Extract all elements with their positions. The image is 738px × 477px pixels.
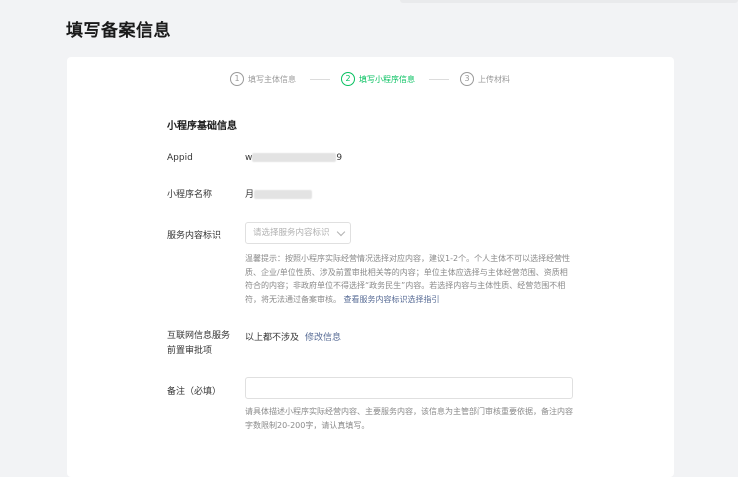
name-value-start: 月 [245,190,255,200]
page-title: 填写备案信息 [66,21,171,41]
service-label: 服务内容标识 [167,231,222,241]
step-1: 1 填写主体信息 [230,71,296,87]
remark-label: 备注（必填） [167,387,222,397]
service-guide-link[interactable]: 查看服务内容标识选择指引 [344,295,440,304]
step-divider [429,79,449,80]
step-1-label: 填写主体信息 [248,74,296,84]
step-2: 2 填写小程序信息 [341,71,415,87]
name-label: 小程序名称 [167,190,213,200]
service-select[interactable]: 请选择服务内容标识 [245,222,351,244]
service-select-placeholder: 请选择服务内容标识 [253,228,330,238]
redaction-mask [252,153,337,162]
appid-label: Appid [167,153,193,163]
top-bar-strip [400,0,738,3]
step-3-number: 3 [460,72,474,86]
name-value: 月 [245,187,313,200]
appid-value-end: 9 [336,153,343,163]
approval-value: 以上都不涉及 修改信息 [245,330,341,343]
service-tip: 温馨提示：按照小程序实际经营情况选择对应内容，建议1-2个。个人主体不可以选择经… [245,252,575,306]
approval-value-text: 以上都不涉及 [245,333,300,343]
step-2-label: 填写小程序信息 [359,74,415,84]
step-divider [310,79,330,80]
redaction-mask [254,190,313,199]
step-1-number: 1 [230,72,244,86]
modify-info-link[interactable]: 修改信息 [305,333,341,343]
step-2-number: 2 [341,72,355,86]
appid-value-start: w [245,153,253,163]
step-3-label: 上传材料 [478,74,510,84]
appid-value: w9 [245,153,342,163]
approval-label-line2: 前置审批项 [167,346,213,356]
remark-hint: 请具体描述小程序实际经营内容、主要服务内容，该信息为主管部门审核重要依据，备注内… [245,407,573,430]
step-3: 3 上传材料 [460,71,510,87]
step-indicator: 1 填写主体信息 2 填写小程序信息 3 上传材料 [67,71,674,87]
approval-label: 互联网信息服务 前置审批项 [167,329,230,359]
remark-input[interactable] [245,377,573,399]
chevron-down-icon [336,227,346,237]
approval-label-line1: 互联网信息服务 [167,331,231,341]
section-title: 小程序基础信息 [167,121,237,132]
form-card: 1 填写主体信息 2 填写小程序信息 3 上传材料 小程序基础信息 Appid … [67,57,674,477]
